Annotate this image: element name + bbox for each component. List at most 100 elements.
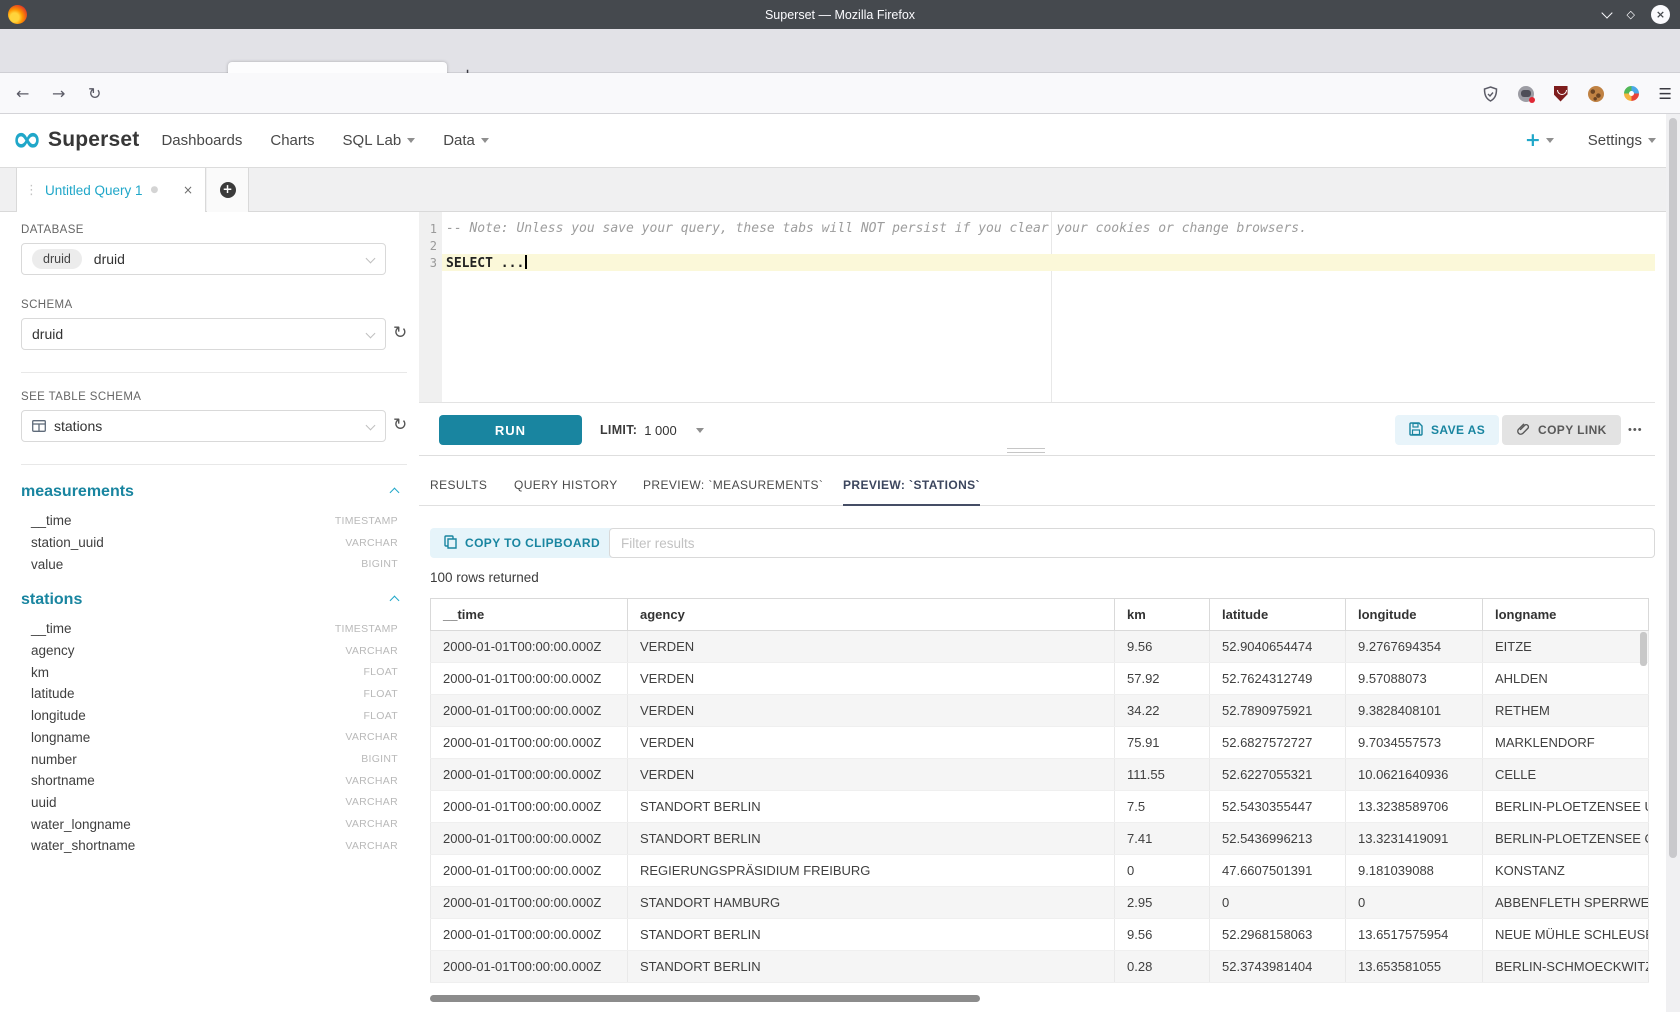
plus-circle-icon: + <box>220 182 236 198</box>
table-cell: AHLDEN <box>1483 663 1649 695</box>
table-cell: ABBENFLETH SPERRWERK <box>1483 887 1649 919</box>
table-cell: 7.5 <box>1115 791 1210 823</box>
ublock-origin-icon[interactable] <box>1554 86 1568 102</box>
table-cell: VERDEN <box>628 695 1115 727</box>
schema-select[interactable]: druid <box>21 318 386 350</box>
nav-item-data[interactable]: Data <box>443 132 489 149</box>
table-cell: 2000-01-01T00:00:00.000Z <box>431 663 628 695</box>
table-cell: 2000-01-01T00:00:00.000Z <box>431 951 628 983</box>
table-header-row: __timeagencykmlatitudelongitudelongname <box>431 599 1649 631</box>
schema-table-section: measurements __timeTIMESTAMPstation_uuidV… <box>21 483 407 575</box>
window-maximize-icon[interactable]: ◇ <box>1627 8 1635 21</box>
window-minimize-icon[interactable] <box>1601 7 1612 18</box>
extension-badge-icon[interactable] <box>1483 86 1498 102</box>
filter-results-input[interactable] <box>609 528 1655 558</box>
tab-query-history[interactable]: QUERY HISTORY <box>514 463 618 506</box>
table-cell: 2000-01-01T00:00:00.000Z <box>431 695 628 727</box>
copy-to-clipboard-button[interactable]: COPY TO CLIPBOARD <box>430 528 614 558</box>
nav-item-sql-lab[interactable]: SQL Lab <box>343 132 416 149</box>
pane-resize-handle[interactable] <box>1007 448 1045 456</box>
editor-line: 2 <box>419 237 1655 254</box>
page-scrollbar-thumb[interactable] <box>1669 118 1677 858</box>
run-button[interactable]: RUN <box>439 415 582 445</box>
back-icon[interactable]: ← <box>16 73 29 114</box>
schema-column-row: valueBIGINT <box>21 553 398 575</box>
sql-editor[interactable]: 1-- Note: Unless you save your query, th… <box>419 212 1655 402</box>
table-cell: STANDORT BERLIN <box>628 919 1115 951</box>
schema-column-row: __timeTIMESTAMP <box>21 510 398 532</box>
reload-icon[interactable]: ↻ <box>88 73 101 114</box>
clipboard-icon <box>444 535 457 552</box>
column-type: TIMESTAMP <box>335 515 398 527</box>
schema-column-row: water_longnameVARCHAR <box>21 813 398 835</box>
chevron-up-icon <box>390 596 400 606</box>
nav-item-dashboards[interactable]: Dashboards <box>161 132 242 149</box>
chevron-down-icon <box>1546 138 1554 143</box>
menu-icon[interactable]: ☰ <box>1659 85 1672 103</box>
column-header[interactable]: agency <box>628 599 1115 631</box>
brand-name: Superset <box>48 128 139 152</box>
table-cell: VERDEN <box>628 727 1115 759</box>
chevron-down-icon <box>366 254 376 264</box>
tab-preview-stations[interactable]: PREVIEW: `STATIONS` <box>843 463 980 506</box>
tab-preview-measurements[interactable]: PREVIEW: `MEASUREMENTS` <box>643 463 823 506</box>
schema-column-row: station_uuidVARCHAR <box>21 532 398 554</box>
query-tabbar: ⋮ Untitled Query 1 ● × + <box>0 168 1680 212</box>
chevron-down-icon <box>1648 138 1656 143</box>
table-cell: 52.3743981404 <box>1210 951 1346 983</box>
table-cell: 52.7890975921 <box>1210 695 1346 727</box>
limit-control[interactable]: LIMIT: 1 000 <box>600 415 704 445</box>
table-grid-icon <box>32 420 46 432</box>
column-header[interactable]: longitude <box>1346 599 1483 631</box>
table-cell: KONSTANZ <box>1483 855 1649 887</box>
drag-handle-icon[interactable]: ⋮ <box>25 183 38 198</box>
query-tab-active[interactable]: ⋮ Untitled Query 1 ● × <box>16 168 206 212</box>
window-titlebar: Superset — Mozilla Firefox ◇ × <box>0 0 1680 29</box>
superset-infinity-icon: ∞ <box>12 126 42 155</box>
refresh-table-icon[interactable]: ↻ <box>393 415 407 435</box>
table-cell: BERLIN-PLOETZENSEE OP <box>1483 823 1649 855</box>
floppy-disk-icon <box>1409 422 1423 439</box>
table-section-header[interactable]: measurements <box>21 483 398 501</box>
column-header[interactable]: longname <box>1483 599 1649 631</box>
cookie-extension-icon[interactable] <box>1588 86 1604 102</box>
superset-logo[interactable]: ∞ Superset <box>12 126 139 155</box>
table-cell: 9.2767694354 <box>1346 631 1483 663</box>
column-header[interactable]: km <box>1115 599 1210 631</box>
refresh-schema-icon[interactable]: ↻ <box>393 323 407 343</box>
nav-item-charts[interactable]: Charts <box>270 132 314 149</box>
database-value: druid <box>94 251 125 267</box>
settings-menu[interactable]: Settings <box>1588 132 1656 149</box>
database-select[interactable]: druid druid <box>21 243 386 275</box>
column-name: uuid <box>31 795 57 810</box>
database-badge: druid <box>32 249 82 269</box>
table-cell: 2000-01-01T00:00:00.000Z <box>431 727 628 759</box>
table-cell: 47.6607501391 <box>1210 855 1346 887</box>
window-close-icon[interactable]: × <box>1651 5 1670 24</box>
copy-link-button[interactable]: COPY LINK <box>1502 415 1621 445</box>
column-header[interactable]: __time <box>431 599 628 631</box>
new-item-button[interactable]: + <box>1525 131 1554 150</box>
schema-value: druid <box>32 326 63 342</box>
extension-mask-icon[interactable] <box>1518 86 1534 102</box>
tab-results[interactable]: RESULTS <box>430 463 487 506</box>
table-cell: NEUE MÜHLE SCHLEUSE OP <box>1483 919 1649 951</box>
table-select[interactable]: stations <box>21 410 386 442</box>
new-query-tab-button[interactable]: + <box>207 168 249 212</box>
table-cell: 10.0621640936 <box>1346 759 1483 791</box>
limit-value: 1 000 <box>644 423 677 438</box>
save-as-button[interactable]: SAVE AS <box>1395 415 1499 445</box>
horizontal-scrollbar-thumb[interactable] <box>430 995 980 1002</box>
firefox-icon <box>8 5 27 24</box>
table-section-header[interactable]: stations <box>21 591 398 609</box>
query-tab-close-icon[interactable]: × <box>183 183 193 197</box>
table-cell: VERDEN <box>628 631 1115 663</box>
column-header[interactable]: latitude <box>1210 599 1346 631</box>
vertical-scrollbar-thumb[interactable] <box>1640 632 1647 666</box>
column-type: TIMESTAMP <box>335 623 398 635</box>
more-options-button[interactable]: ••• <box>1628 415 1643 445</box>
table-cell: EITZE <box>1483 631 1649 663</box>
forward-icon[interactable]: → <box>52 73 65 114</box>
extension-pinwheel-icon[interactable] <box>1624 86 1639 101</box>
table-cell: 2000-01-01T00:00:00.000Z <box>431 919 628 951</box>
